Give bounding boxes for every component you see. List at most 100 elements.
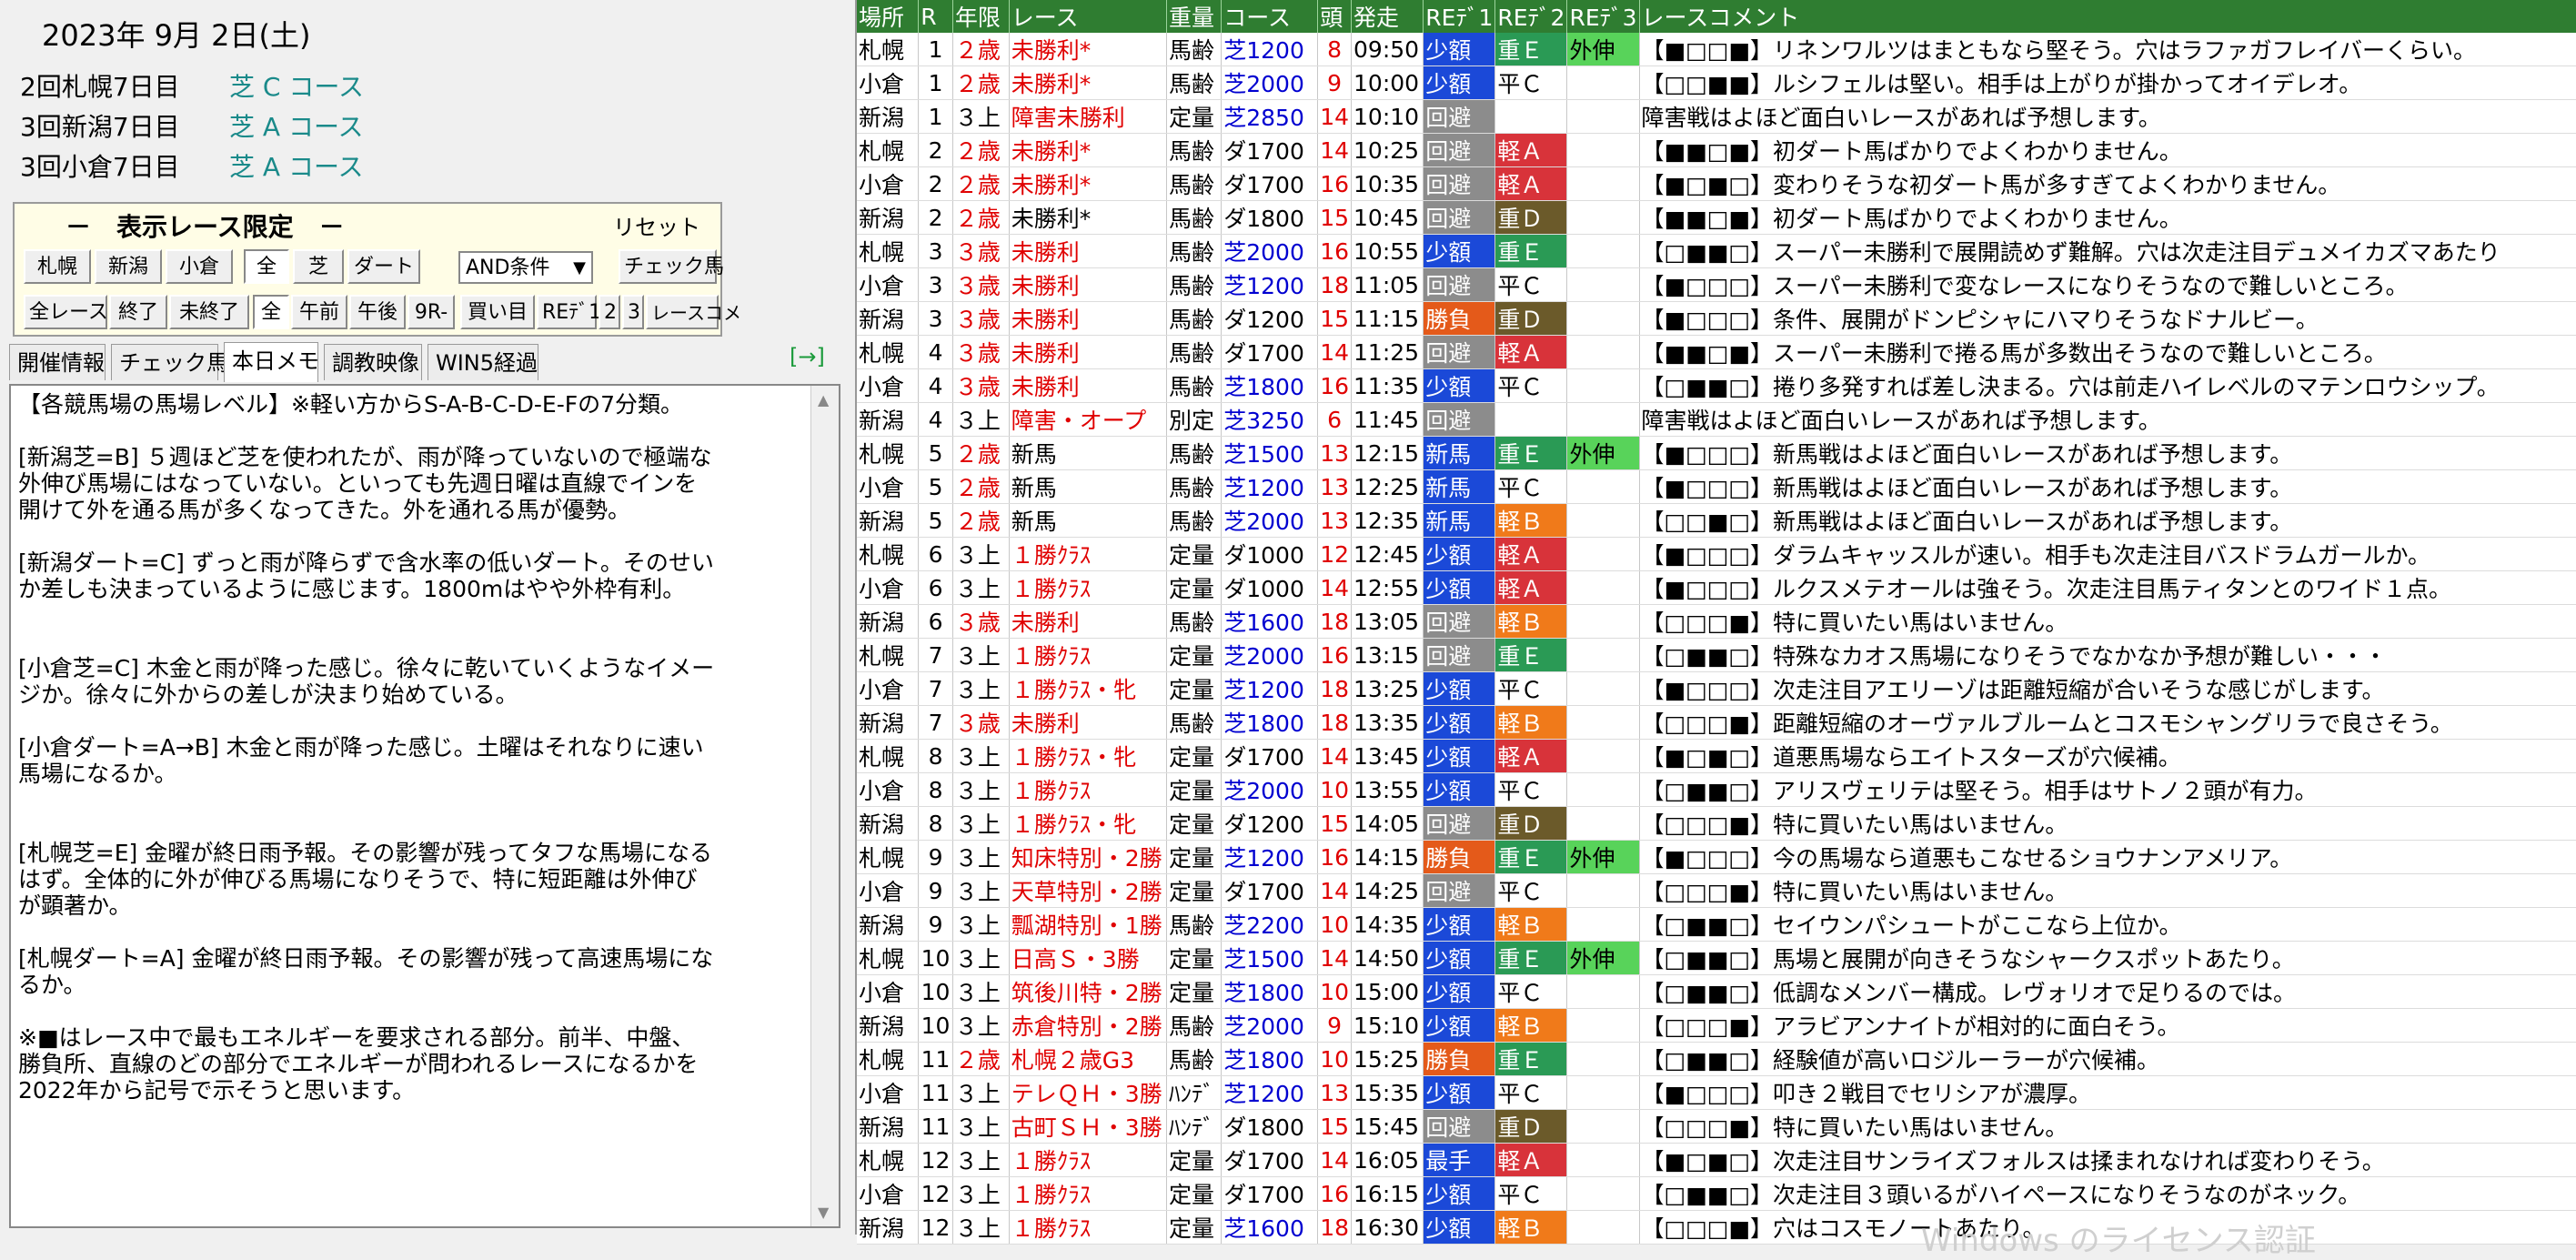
col-course-cell[interactable]: ダ1800 [1221, 1109, 1319, 1144]
col-field-size-cell[interactable]: 18 [1317, 604, 1353, 639]
col-weight-cell[interactable]: 馬齢 [1166, 301, 1223, 336]
col-age-cell[interactable]: ２歳 [952, 133, 1010, 167]
col-rede2-cell[interactable]: 軽Ｂ [1494, 705, 1568, 740]
col-post-time-cell[interactable]: 10:55 [1351, 234, 1424, 268]
col-race-number-cell[interactable]: 2 [918, 166, 953, 201]
col-course-cell[interactable]: ダ1700 [1221, 873, 1319, 908]
col-rede3-cell[interactable] [1566, 133, 1640, 167]
col-age-cell[interactable]: ３上 [952, 873, 1010, 908]
col-comment-header[interactable]: レースコメント [1639, 0, 2576, 33]
col-rede2-cell[interactable]: 重Ｅ [1494, 33, 1568, 66]
col-field-size-cell[interactable]: 13 [1317, 436, 1353, 470]
col-post-time-cell[interactable]: 15:25 [1351, 1042, 1424, 1076]
col-weight-cell[interactable]: 馬齢 [1166, 33, 1223, 66]
col-post-time-cell[interactable]: 10:45 [1351, 200, 1424, 235]
col-comment-cell[interactable]: 【□□□■】アラビアンナイトが相対的に面白そう。 [1639, 1008, 2576, 1043]
col-course-cell[interactable]: 芝1200 [1221, 469, 1319, 504]
col-race-number-cell[interactable]: 3 [918, 267, 953, 302]
col-rede2-cell[interactable]: 重Ｅ [1494, 234, 1568, 268]
col-course-cell[interactable]: 芝2000 [1221, 503, 1319, 538]
col-field-size-cell[interactable]: 16 [1317, 234, 1353, 268]
col-venue-cell[interactable]: 新潟 [857, 1109, 920, 1144]
col-rede2-cell[interactable]: 軽Ｂ [1494, 907, 1568, 942]
col-venue-header[interactable]: 場所 [857, 0, 920, 33]
col-course-cell[interactable]: 芝1200 [1221, 671, 1319, 706]
col-venue-cell[interactable]: 新潟 [857, 1210, 920, 1245]
col-post-time-cell[interactable]: 13:45 [1351, 739, 1424, 773]
col-post-time-cell[interactable]: 14:50 [1351, 941, 1424, 975]
table-row[interactable]: 新潟 4 ３上 障害・オープ 別定 芝3250 6 11:45 回避 障害戦はよほど面白いレースが… [857, 402, 2576, 437]
col-race-name-cell[interactable]: 障害未勝利 [1009, 99, 1167, 134]
col-field-size-cell[interactable]: 16 [1317, 638, 1353, 672]
col-weight-cell[interactable]: 定量 [1166, 638, 1223, 672]
col-rede3-cell[interactable] [1566, 1176, 1640, 1211]
col-course-cell[interactable]: ダ1000 [1221, 570, 1319, 605]
col-rede2-cell[interactable]: 重Ｅ [1494, 436, 1568, 470]
col-age-cell[interactable]: ３上 [952, 941, 1010, 975]
col-post-time-cell[interactable]: 10:10 [1351, 99, 1424, 134]
col-venue-cell[interactable]: 小倉 [857, 1075, 920, 1110]
col-field-size-cell[interactable]: 12 [1317, 537, 1353, 571]
col-post-time-cell[interactable]: 13:25 [1351, 671, 1424, 706]
col-course-cell[interactable]: 芝2200 [1221, 907, 1319, 942]
col-field-size-cell[interactable]: 18 [1317, 1210, 1353, 1245]
table-row[interactable]: 小倉 5 ２歳 新馬 馬齢 芝1200 13 12:25 新馬 平Ｃ 【■□□□】新馬戦はよほど面白… [857, 469, 2576, 504]
table-row[interactable]: 札幌 5 ２歳 新馬 馬齢 芝1500 13 12:15 新馬 重Ｅ 外伸 【■□□□】新馬戦はよほど… [857, 436, 2576, 470]
col-race-name-cell[interactable]: 筑後川特・2勝 [1009, 974, 1167, 1009]
col-comment-cell[interactable]: 【■□□□】条件、展開がドンピシャにハマりそうなドナルビー。 [1639, 301, 2576, 336]
bets-button[interactable]: 買い目 [460, 295, 535, 329]
col-age-cell[interactable]: ３上 [952, 806, 1010, 841]
filter-niigata-button[interactable]: 新潟 [95, 249, 162, 284]
table-row[interactable]: 小倉 2 ２歳 未勝利* 馬齢 ダ1700 16 10:35 回避 軽Ａ 【■□■□】変わりそうな初… [857, 166, 2576, 201]
filter-kokura-button[interactable]: 小倉 [166, 249, 233, 284]
col-venue-cell[interactable]: 札幌 [857, 33, 920, 66]
col-post-time-cell[interactable]: 16:05 [1351, 1143, 1424, 1177]
col-comment-cell[interactable]: 【□■■□】アリスヴェリテは堅そう。相手はサトノ２頭が有力。 [1639, 772, 2576, 807]
col-weight-cell[interactable]: 定量 [1166, 941, 1223, 975]
col-course-cell[interactable]: 芝1200 [1221, 840, 1319, 874]
col-weight-cell[interactable]: 馬齢 [1166, 133, 1223, 167]
col-rede1-cell[interactable]: 少額 [1423, 974, 1496, 1009]
col-post-time-cell[interactable]: 12:15 [1351, 436, 1424, 470]
col-race-number-cell[interactable]: 7 [918, 705, 953, 740]
table-row[interactable]: 札幌 8 ３上 １勝ｸﾗｽ・牝 定量 ダ1700 14 13:45 少額 軽Ａ 【■□■□】道悪馬場… [857, 739, 2576, 773]
col-venue-cell[interactable]: 小倉 [857, 873, 920, 908]
col-field-size-cell[interactable]: 15 [1317, 301, 1353, 336]
col-field-size-cell[interactable]: 10 [1317, 1042, 1353, 1076]
col-rede3-cell[interactable] [1566, 873, 1640, 908]
table-row[interactable]: 新潟 10 ３上 赤倉特別・2勝 馬齢 芝2000 9 15:10 少額 軽Ｂ 【□□□■】アラビア… [857, 1008, 2576, 1043]
col-race-number-cell[interactable]: 10 [918, 1008, 953, 1043]
col-course-cell[interactable]: ダ1000 [1221, 537, 1319, 571]
col-venue-cell[interactable]: 新潟 [857, 99, 920, 134]
col-race-name-cell[interactable]: １勝ｸﾗｽ [1009, 638, 1167, 672]
col-race-number-cell[interactable]: 12 [918, 1210, 953, 1245]
col-rede3-cell[interactable] [1566, 638, 1640, 672]
col-rede1-cell[interactable]: 少額 [1423, 941, 1496, 975]
col-post-time-cell[interactable]: 12:55 [1351, 570, 1424, 605]
col-rede3-cell[interactable] [1566, 200, 1640, 235]
col-course-cell[interactable]: 芝3250 [1221, 402, 1319, 437]
col-race-name-cell[interactable]: 札幌２歳G3 [1009, 1042, 1167, 1076]
col-age-cell[interactable]: ３上 [952, 1210, 1010, 1245]
col-rede2-cell[interactable]: 平Ｃ [1494, 469, 1568, 504]
col-rede3-cell[interactable] [1566, 66, 1640, 100]
table-row[interactable]: 札幌 12 ３上 １勝ｸﾗｽ 定量 ダ1700 14 16:05 最手 軽Ａ 【■□■□】次走注目サ… [857, 1143, 2576, 1177]
col-age-cell[interactable]: ２歳 [952, 1042, 1010, 1076]
col-course-cell[interactable]: 芝2000 [1221, 234, 1319, 268]
table-row[interactable]: 新潟 3 ３歳 未勝利 馬齢 ダ1200 15 11:15 勝負 重Ｄ 【■□□□】条件、展開がドン… [857, 301, 2576, 336]
col-post-time-cell[interactable]: 15:35 [1351, 1075, 1424, 1110]
col-field-size-cell[interactable]: 13 [1317, 1075, 1353, 1110]
col-weight-cell[interactable]: 定量 [1166, 806, 1223, 841]
col-venue-cell[interactable]: 小倉 [857, 772, 920, 807]
col-venue-cell[interactable]: 小倉 [857, 570, 920, 605]
col-venue-cell[interactable]: 札幌 [857, 941, 920, 975]
col-rede2-cell[interactable]: 軽Ａ [1494, 537, 1568, 571]
col-venue-cell[interactable]: 小倉 [857, 368, 920, 403]
col-venue-cell[interactable]: 札幌 [857, 436, 920, 470]
col-comment-cell[interactable]: 【■□□□】新馬戦はよほど面白いレースがあれば予想します。 [1639, 436, 2576, 470]
col-rede3-cell[interactable] [1566, 1210, 1640, 1245]
col-field-size-cell[interactable]: 15 [1317, 1109, 1353, 1144]
col-race-number-cell[interactable]: 6 [918, 604, 953, 639]
col-age-cell[interactable]: ２歳 [952, 166, 1010, 201]
col-race-name-cell[interactable]: 赤倉特別・2勝 [1009, 1008, 1167, 1043]
